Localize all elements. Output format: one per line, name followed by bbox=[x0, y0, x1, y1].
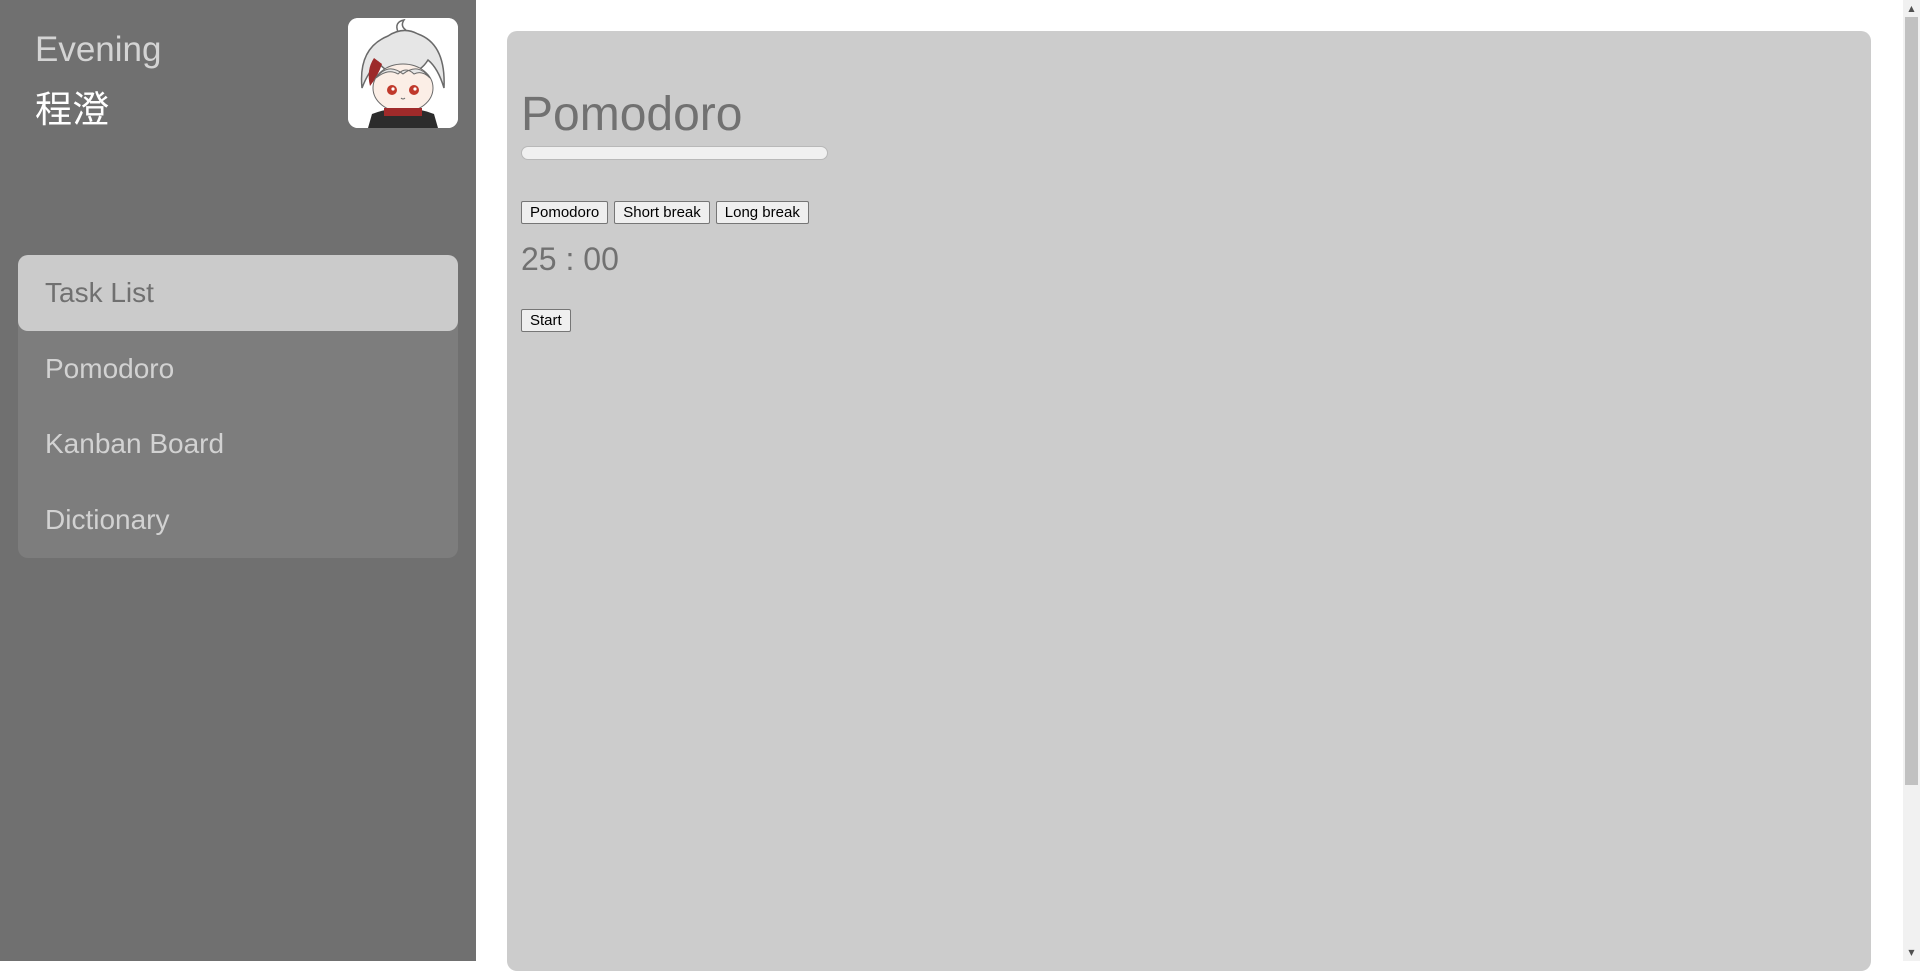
nav-item-pomodoro[interactable]: Pomodoro bbox=[18, 331, 458, 407]
sidebar: Evening 程澄 Task List Pomodoro Kanban Boa… bbox=[0, 0, 476, 961]
nav-item-dictionary[interactable]: Dictionary bbox=[18, 482, 458, 558]
pomodoro-panel: Pomodoro Pomodoro Short break Long break 2… bbox=[507, 31, 1871, 971]
long-break-button[interactable]: Long break bbox=[715, 201, 809, 224]
nav-item-task-list[interactable]: Task List bbox=[18, 255, 458, 331]
timer-minutes: 25 bbox=[521, 241, 557, 277]
scroll-thumb[interactable] bbox=[1905, 17, 1918, 785]
greeting-text: Evening bbox=[35, 30, 162, 69]
vertical-scrollbar[interactable]: ▲ ▼ bbox=[1903, 0, 1920, 961]
scroll-up-arrow-icon[interactable]: ▲ bbox=[1903, 0, 1920, 17]
avatar[interactable] bbox=[348, 18, 458, 128]
page-title: Pomodoro bbox=[521, 88, 743, 141]
timer-seconds: 00 bbox=[583, 241, 619, 277]
timer-separator: : bbox=[565, 241, 575, 277]
nav-item-kanban-board[interactable]: Kanban Board bbox=[18, 406, 458, 482]
short-break-button[interactable]: Short break bbox=[614, 201, 710, 224]
pomodoro-progress-bar bbox=[521, 146, 828, 160]
mode-button-group: Pomodoro Short break Long break bbox=[521, 201, 815, 224]
start-button[interactable]: Start bbox=[521, 309, 571, 332]
pomodoro-mode-button[interactable]: Pomodoro bbox=[521, 201, 609, 224]
username-text: 程澄 bbox=[35, 88, 109, 131]
timer-display: 25 : 00 bbox=[521, 239, 619, 279]
main-navigation: Task List Pomodoro Kanban Board Dictiona… bbox=[18, 255, 458, 558]
chibi-character-avatar-icon bbox=[348, 18, 458, 128]
scroll-down-arrow-icon[interactable]: ▼ bbox=[1903, 944, 1920, 961]
